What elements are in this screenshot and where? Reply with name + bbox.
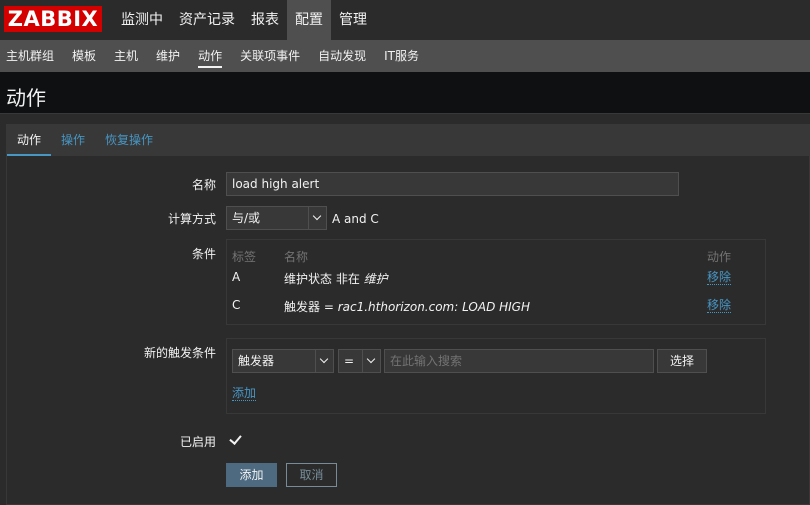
select-button[interactable]: 选择 <box>657 349 707 373</box>
calculation-select-value: 与/或 <box>232 211 261 225</box>
chevron-down-icon <box>315 349 334 373</box>
top-menu: 监测中 资产记录 报表 配置 管理 <box>113 0 375 40</box>
calculation-expression: A and C <box>332 212 379 226</box>
top-navigation: ZABBIX 监测中 资产记录 报表 配置 管理 <box>0 0 810 40</box>
condition-row-c-prefix: 触发器 = <box>284 300 338 314</box>
conditions-header-tag: 标签 <box>232 250 257 264</box>
conditions-table: 标签 名称 动作 A 维护状态 非在 维护 移除 C 触发器 = rac1.ht… <box>226 239 766 325</box>
sub-menu-it-services[interactable]: IT服务 <box>378 40 427 72</box>
sub-navigation: 主机群组 模板 主机 维护 动作 关联项事件 自动发现 IT服务 <box>0 40 810 72</box>
action-form-panel: 动作 操作 恢复操作 名称 load high alert 计算方式 与/或 A… <box>6 124 810 505</box>
top-menu-configuration[interactable]: 配置 <box>287 0 331 40</box>
condition-operator-select[interactable]: = <box>338 349 381 373</box>
condition-row-c-name: 触发器 = rac1.hthorizon.com: LOAD HIGH <box>284 298 530 315</box>
new-condition-label: 新的触发条件 <box>143 346 216 360</box>
conditions-header-name: 名称 <box>284 250 309 264</box>
condition-row-a-tag: A <box>232 270 241 284</box>
top-menu-inventory[interactable]: 资产记录 <box>171 0 243 40</box>
sub-menu: 主机群组 模板 主机 维护 动作 关联项事件 自动发现 IT服务 <box>0 40 431 72</box>
tab-bar: 动作 操作 恢复操作 <box>7 125 810 156</box>
chevron-down-icon <box>362 349 381 373</box>
condition-row-a-name: 维护状态 非在 维护 <box>284 270 388 287</box>
header: 动作 <box>0 72 810 114</box>
trigger-search-input[interactable] <box>384 349 654 373</box>
top-menu-administration[interactable]: 管理 <box>331 0 375 40</box>
new-condition-box: 触发器 = 选择 添加 <box>226 338 766 414</box>
condition-type-value: 触发器 <box>238 354 275 368</box>
name-input[interactable]: load high alert <box>226 172 679 196</box>
sub-menu-hosts[interactable]: 主机 <box>108 40 146 72</box>
condition-operator-value: = <box>344 354 355 368</box>
conditions-label: 条件 <box>191 247 216 261</box>
condition-row-c-remove-link[interactable]: 移除 <box>707 298 732 313</box>
condition-type-select[interactable]: 触发器 <box>232 349 334 373</box>
top-menu-reports[interactable]: 报表 <box>243 0 287 40</box>
tab-action[interactable]: 动作 <box>17 125 41 156</box>
active-tab-indicator <box>7 154 51 156</box>
add-condition-link[interactable]: 添加 <box>232 386 257 401</box>
condition-row-a-value: 维护 <box>363 272 388 286</box>
sub-menu-host-groups[interactable]: 主机群组 <box>0 40 62 72</box>
condition-row-c-value: rac1.hthorizon.com: LOAD HIGH <box>337 300 531 314</box>
chevron-down-icon <box>308 206 327 230</box>
enabled-label: 已启用 <box>179 435 216 449</box>
top-menu-monitoring[interactable]: 监测中 <box>113 0 171 40</box>
condition-row-a-prefix: 维护状态 非在 <box>284 272 364 286</box>
sub-menu-templates[interactable]: 模板 <box>66 40 104 72</box>
sub-menu-actions[interactable]: 动作 <box>192 40 230 72</box>
cancel-button[interactable]: 取消 <box>286 463 337 487</box>
condition-row-c-tag: C <box>232 298 241 312</box>
add-button[interactable]: 添加 <box>226 463 277 487</box>
sub-menu-maintenance[interactable]: 维护 <box>150 40 188 72</box>
calculation-label: 计算方式 <box>167 212 216 226</box>
calculation-select[interactable]: 与/或 <box>226 206 327 230</box>
tab-operations[interactable]: 操作 <box>61 125 85 156</box>
zabbix-logo[interactable]: ZABBIX <box>4 6 102 32</box>
page-title: 动作 <box>6 86 46 110</box>
sub-menu-event-correlation[interactable]: 关联项事件 <box>234 40 308 72</box>
name-label: 名称 <box>191 178 216 192</box>
condition-row-a-remove-link[interactable]: 移除 <box>707 270 732 285</box>
conditions-header-action: 动作 <box>707 250 732 264</box>
sub-menu-discovery[interactable]: 自动发现 <box>312 40 374 72</box>
enabled-checkbox[interactable] <box>228 433 242 447</box>
tab-recovery-operations[interactable]: 恢复操作 <box>105 125 153 156</box>
